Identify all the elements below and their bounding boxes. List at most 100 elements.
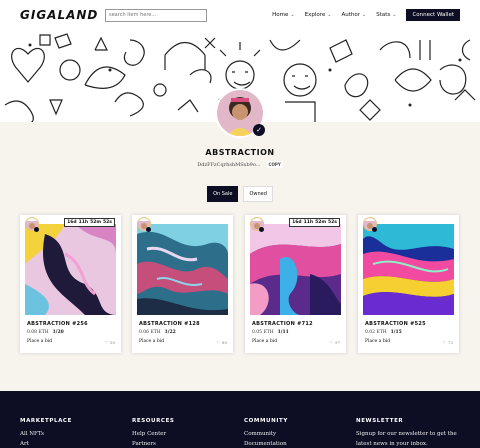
search-input[interactable]: [105, 8, 207, 22]
place-bid-link[interactable]: Place a bid: [139, 339, 164, 344]
verified-check-icon: [372, 227, 377, 232]
nft-price: 0.06 ETH 1/22: [139, 330, 176, 335]
nft-card[interactable]: ABSTRACTION #128 0.06 ETH 1/22 Place a bi…: [132, 215, 233, 353]
countdown-timer: 16d 11h 52m 52s: [289, 218, 340, 227]
chevron-down-icon: ⌄: [290, 12, 295, 18]
footer-column-newsletter: NEWSLETTER Signup for our newsletter to …: [356, 418, 457, 447]
nft-image[interactable]: [363, 224, 454, 315]
place-bid-link[interactable]: Place a bid: [252, 339, 277, 344]
copy-button[interactable]: COPY: [266, 161, 283, 168]
edition-count: 1/22: [164, 330, 176, 335]
edition-count: 1/15: [390, 330, 402, 335]
footer-heading: RESOURCES: [132, 418, 175, 424]
countdown-timer: 16d 11h 52m 52s: [64, 218, 115, 227]
edition-count: 1/20: [52, 330, 64, 335]
wallet-address: DdzFFzCqrhshMSxb9o...: [197, 161, 261, 168]
nft-artwork: [363, 224, 454, 315]
heart-icon: ♡: [329, 340, 333, 345]
footer-column-community: COMMUNITY Community Documentation: [244, 418, 288, 447]
chevron-down-icon: ⌄: [392, 12, 397, 18]
main-nav: Home ⌄ Explore ⌄ Author ⌄ Stats ⌄ Connect Wa…: [272, 9, 460, 21]
like-count: 80: [221, 340, 227, 345]
newsletter-text: latest news in your inbox.: [356, 441, 428, 447]
timer-minutes: 52m: [315, 220, 327, 225]
likes[interactable]: ♡ 50: [104, 340, 115, 345]
site-logo[interactable]: GIGALAND: [20, 8, 104, 22]
footer-link[interactable]: Help Center: [132, 431, 175, 437]
verified-check-icon: [259, 227, 264, 232]
nft-card[interactable]: 16d 11h 52m 52s ABSTRACTION #712 0.05 ET…: [245, 215, 346, 353]
nft-title[interactable]: ABSTRACTION #256: [27, 321, 88, 327]
nft-price: 0.05 ETH 1/11: [252, 330, 289, 335]
footer-heading: COMMUNITY: [244, 418, 288, 424]
like-count: 50: [109, 340, 115, 345]
nav-explore-label: Explore: [304, 12, 326, 18]
connect-wallet-button[interactable]: Connect Wallet: [406, 9, 460, 21]
timer-seconds: 52s: [103, 220, 112, 225]
footer-heading: NEWSLETTER: [356, 418, 404, 424]
likes[interactable]: ♡ 80: [216, 340, 227, 345]
place-bid-link[interactable]: Place a bid: [27, 339, 52, 344]
nav-stats[interactable]: Stats ⌄: [376, 12, 396, 18]
nft-card[interactable]: 16d 11h 52m 52s ABSTRACTION #256 0.08 ET…: [20, 215, 121, 353]
footer-column-marketplace: MARKETPLACE All NFTs Art: [20, 418, 72, 447]
footer-link[interactable]: Community: [244, 431, 288, 437]
timer-hours: 11h: [303, 220, 314, 225]
nft-price: 0.02 ETH 1/15: [365, 330, 402, 335]
nft-image[interactable]: [25, 224, 116, 315]
price-value: 0.02 ETH: [365, 330, 387, 335]
nav-author[interactable]: Author ⌄: [341, 12, 366, 18]
heart-icon: ♡: [104, 340, 108, 345]
footer-link[interactable]: Documentation: [244, 441, 288, 447]
nft-artwork: [137, 224, 228, 315]
footer-heading: MARKETPLACE: [20, 418, 72, 424]
footer-link[interactable]: All NFTs: [20, 431, 72, 437]
nft-image[interactable]: [250, 224, 341, 315]
tab-owned[interactable]: Owned: [243, 186, 273, 202]
nft-price: 0.08 ETH 1/20: [27, 330, 64, 335]
timer-days: 16d: [292, 220, 302, 225]
tab-on-sale[interactable]: On Sale: [207, 186, 239, 202]
verified-check-icon: [34, 227, 39, 232]
profile-tabs: On Sale Owned: [0, 186, 480, 202]
nav-stats-label: Stats: [376, 12, 391, 18]
edition-count: 1/11: [277, 330, 289, 335]
nft-title[interactable]: ABSTRACTION #712: [252, 321, 313, 327]
nav-explore[interactable]: Explore ⌄: [305, 12, 332, 18]
timer-seconds: 52s: [328, 220, 337, 225]
profile-name: ABSTRACTION: [205, 148, 275, 157]
newsletter-text: Signup for our newsletter to get the: [356, 431, 457, 437]
footer-column-resources: RESOURCES Help Center Partners: [132, 418, 175, 447]
verified-check-icon: [146, 227, 151, 232]
nav-home[interactable]: Home ⌄: [272, 12, 294, 18]
profile-avatar: ✓: [215, 88, 265, 138]
nft-image[interactable]: [137, 224, 228, 315]
chevron-down-icon: ⌄: [327, 12, 332, 18]
nav-home-label: Home: [272, 12, 289, 18]
likes[interactable]: ♡ 97: [329, 340, 340, 345]
like-count: 73: [447, 340, 453, 345]
like-count: 97: [334, 340, 340, 345]
nft-artwork: [25, 224, 116, 315]
heart-icon: ♡: [216, 340, 220, 345]
footer-link[interactable]: Partners: [132, 441, 175, 447]
nft-card[interactable]: ABSTRACTION #525 0.02 ETH 1/15 Place a bi…: [358, 215, 459, 353]
nft-artwork: [250, 224, 341, 315]
timer-hours: 11h: [78, 220, 89, 225]
nft-title[interactable]: ABSTRACTION #525: [365, 321, 426, 327]
timer-days: 16d: [67, 220, 77, 225]
price-value: 0.06 ETH: [139, 330, 161, 335]
site-footer: MARKETPLACE All NFTs Art RESOURCES Help …: [0, 391, 480, 448]
place-bid-link[interactable]: Place a bid: [365, 339, 390, 344]
price-value: 0.08 ETH: [27, 330, 49, 335]
wallet-address-row: DdzFFzCqrhshMSxb9o... COPY: [0, 161, 480, 168]
timer-minutes: 52m: [90, 220, 102, 225]
heart-icon: ♡: [442, 340, 446, 345]
price-value: 0.05 ETH: [252, 330, 274, 335]
verified-check-icon: ✓: [253, 124, 265, 136]
likes[interactable]: ♡ 73: [442, 340, 453, 345]
chevron-down-icon: ⌄: [362, 12, 367, 18]
footer-link[interactable]: Art: [20, 441, 72, 447]
top-navbar: GIGALAND Home⌄ Explore⌄ Author⌄ Stats⌄ C…: [0, 0, 480, 30]
nft-title[interactable]: ABSTRACTION #128: [139, 321, 200, 327]
